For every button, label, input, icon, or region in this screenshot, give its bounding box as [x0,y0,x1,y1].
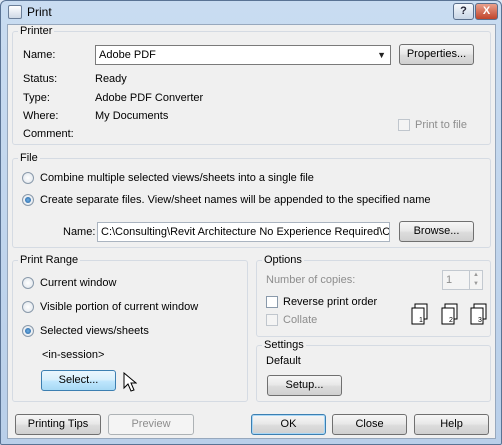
options-group-label: Options [262,254,304,266]
visible-portion-label: Visible portion of current window [40,301,199,313]
visible-portion-radio[interactable] [22,301,34,313]
print-dialog: Print ? X Printer Name: Adobe PDF ▼ Prop… [0,0,502,445]
print-to-file-checkbox[interactable] [398,119,410,131]
revit-app-icon [8,5,22,19]
close-title-button[interactable]: X [475,3,498,20]
help-button[interactable]: Help [414,414,489,435]
copies-spinner[interactable]: ▲ ▼ [470,270,483,290]
where-label: Where: [23,110,59,122]
preview-button[interactable]: Preview [108,414,194,435]
title-bar[interactable]: Print ? X [1,1,501,23]
combine-files-label: Combine multiple selected views/sheets i… [40,172,314,184]
current-setting-value: Default [266,355,301,367]
current-window-label: Current window [40,277,117,289]
status-value: Ready [95,73,127,85]
current-window-radio[interactable] [22,277,34,289]
collate-label: Collate [283,314,318,326]
collate-page-1-number: 1 [419,317,423,324]
printer-name-dropdown[interactable]: Adobe PDF ▼ [95,45,391,65]
reverse-order-checkbox[interactable] [266,296,278,308]
combine-files-radio[interactable] [22,172,34,184]
collate-pages-icon: 1 [411,303,428,325]
separate-files-label: Create separate files. View/sheet names … [40,194,431,206]
printer-name-value: Adobe PDF [99,49,156,61]
window-title: Print [27,5,52,19]
help-title-button[interactable]: ? [453,3,474,20]
close-button[interactable]: Close [332,414,407,435]
printing-tips-button[interactable]: Printing Tips [15,414,101,435]
print-to-file-label: Print to file [415,119,467,131]
file-name-label: Name: [63,226,96,238]
reverse-order-label: Reverse print order [283,296,378,308]
properties-button[interactable]: Properties... [399,44,474,65]
collate-checkbox[interactable] [266,314,278,326]
where-value: My Documents [95,110,169,122]
separate-files-radio[interactable] [22,194,34,206]
status-label: Status: [23,73,58,85]
collate-pages-icon: 3 [470,303,487,325]
setup-button[interactable]: Setup... [267,375,342,396]
selected-views-radio[interactable] [22,325,34,337]
mouse-pointer-icon [123,372,137,392]
print-range-group-label: Print Range [18,254,81,266]
file-group-label: File [18,152,40,164]
printer-group-label: Printer [18,25,55,37]
browse-button[interactable]: Browse... [399,221,474,242]
collate-pages-icon: 2 [441,303,458,325]
dialog-client-area: Printer Name: Adobe PDF ▼ Properties... … [7,24,496,439]
file-name-input[interactable]: C:\Consulting\Revit Architecture No Expe… [97,222,390,242]
type-value: Adobe PDF Converter [95,92,204,104]
type-label: Type: [23,92,50,104]
settings-group-label: Settings [262,339,306,351]
printer-name-label: Name: [23,49,56,61]
collate-page-2-number: 2 [449,317,453,324]
ok-button[interactable]: OK [251,414,326,435]
selected-views-label: Selected views/sheets [40,325,149,337]
session-set-label: <in-session> [42,349,105,361]
copies-label: Number of copies: [266,274,356,286]
collate-page-3-number: 3 [478,317,482,324]
comment-label: Comment: [23,128,74,140]
select-views-button[interactable]: Select... [41,370,116,391]
chevron-down-icon: ▼ [377,50,386,60]
copies-input[interactable]: 1 [442,270,470,290]
